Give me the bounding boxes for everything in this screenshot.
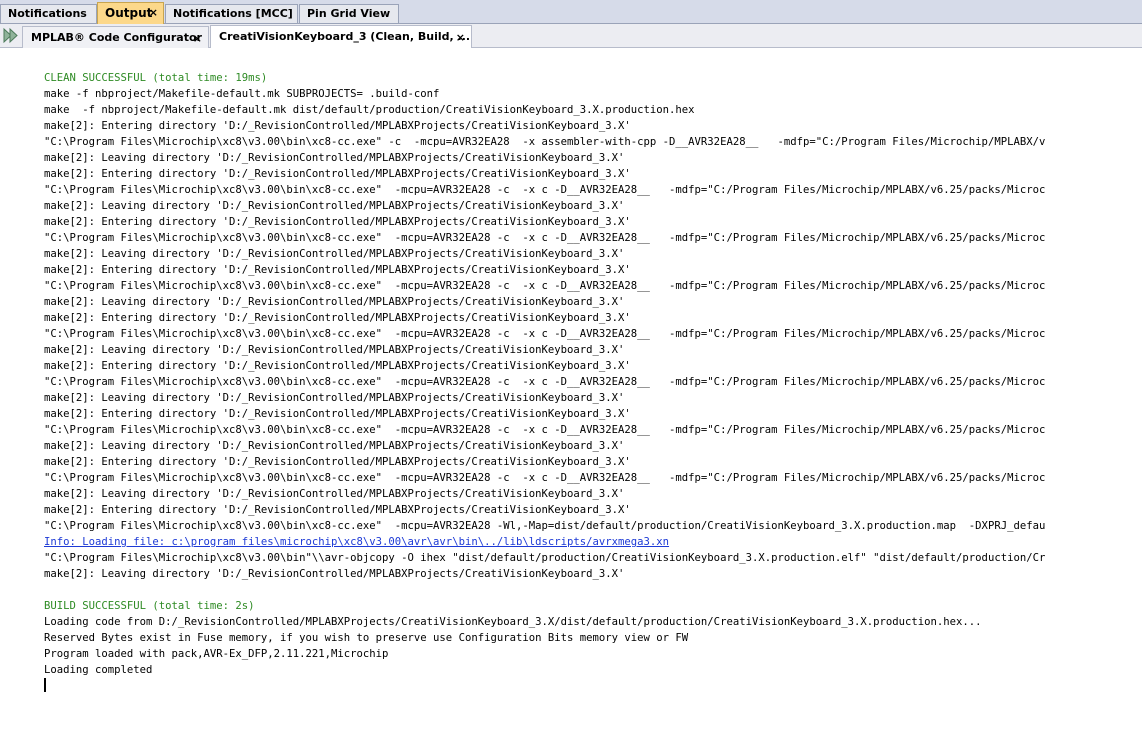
output-line: "C:\Program Files\Microchip\xc8\v3.00\bi… — [44, 232, 1046, 244]
output-link-line[interactable]: Info: Loading file: c:\program files\mic… — [44, 534, 1142, 550]
tab-label: Notifications [MCC] — [173, 7, 293, 20]
output-line: make[2]: Entering directory 'D:/_Revisio… — [44, 408, 631, 420]
output-line: "C:\Program Files\Microchip\xc8\v3.00\bi… — [44, 184, 1046, 196]
tab-notifications-mcc[interactable]: Notifications [MCC] — [165, 4, 298, 23]
tab-pin-grid-view[interactable]: Pin Grid View — [299, 4, 399, 23]
double-arrow-icon — [3, 27, 18, 44]
output-line: Loading code from D:/_RevisionControlled… — [44, 616, 982, 628]
close-icon[interactable]: × — [149, 6, 158, 19]
output-line: make[2]: Entering directory 'D:/_Revisio… — [44, 504, 631, 516]
output-line: Program loaded with pack,AVR-Ex_DFP,2.11… — [44, 648, 389, 660]
output-line: "C:\Program Files\Microchip\xc8\v3.00\bi… — [44, 472, 1046, 484]
output-line: make[2]: Entering directory 'D:/_Revisio… — [44, 120, 631, 132]
output-line: "C:\Program Files\Microchip\xc8\v3.00\bi… — [44, 136, 1046, 148]
output-status-line: BUILD SUCCESSFUL (total time: 2s) — [44, 600, 255, 612]
output-line: make[2]: Leaving directory 'D:/_Revision… — [44, 344, 625, 356]
output-line: make -f nbproject/Makefile-default.mk di… — [44, 104, 695, 116]
output-line: make[2]: Leaving directory 'D:/_Revision… — [44, 200, 625, 212]
output-line: make[2]: Entering directory 'D:/_Revisio… — [44, 312, 631, 324]
tab-notifications[interactable]: Notifications — [0, 4, 97, 23]
output-line: make -f nbproject/Makefile-default.mk SU… — [44, 88, 440, 100]
output-line: make[2]: Entering directory 'D:/_Revisio… — [44, 168, 631, 180]
output-line: make[2]: Entering directory 'D:/_Revisio… — [44, 360, 631, 372]
output-line: make[2]: Leaving directory 'D:/_Revision… — [44, 392, 625, 404]
output-line: "C:\Program Files\Microchip\xc8\v3.00\bi… — [44, 552, 1046, 564]
output-line: make[2]: Leaving directory 'D:/_Revision… — [44, 296, 625, 308]
tab-label: Notifications — [8, 7, 87, 20]
tab-build-output[interactable]: CreatiVisionKeyboard_3 (Clean, Build, ..… — [210, 25, 472, 48]
close-icon[interactable]: × — [456, 31, 465, 44]
tab-output[interactable]: Output × — [97, 2, 164, 24]
output-line: Reserved Bytes exist in Fuse memory, if … — [44, 632, 689, 644]
tab-label: Pin Grid View — [307, 7, 391, 20]
output-line: "C:\Program Files\Microchip\xc8\v3.00\bi… — [44, 520, 1046, 532]
output-line: make[2]: Leaving directory 'D:/_Revision… — [44, 248, 625, 260]
output-line: make[2]: Leaving directory 'D:/_Revision… — [44, 440, 625, 452]
tab-label: MPLAB® Code Configurator — [31, 31, 202, 44]
output-line: make[2]: Entering directory 'D:/_Revisio… — [44, 216, 631, 228]
caret-line — [44, 678, 1142, 694]
text-cursor — [44, 678, 46, 692]
tab-label: CreatiVisionKeyboard_3 (Clean, Build, ..… — [219, 30, 472, 43]
output-subtab-strip: MPLAB® Code Configurator × CreatiVisionK… — [0, 24, 1142, 48]
output-line: Loading completed — [44, 664, 153, 676]
output-lines: CLEAN SUCCESSFUL (total time: 19ms) make … — [44, 70, 1142, 694]
rerun-icon[interactable] — [2, 27, 20, 44]
output-line: "C:\Program Files\Microchip\xc8\v3.00\bi… — [44, 280, 1046, 292]
output-line: make[2]: Leaving directory 'D:/_Revision… — [44, 568, 625, 580]
output-line: "C:\Program Files\Microchip\xc8\v3.00\bi… — [44, 328, 1046, 340]
output-line: make[2]: Leaving directory 'D:/_Revision… — [44, 152, 625, 164]
output-line: "C:\Program Files\Microchip\xc8\v3.00\bi… — [44, 376, 1046, 388]
close-icon[interactable]: × — [193, 32, 202, 45]
output-status-line: CLEAN SUCCESSFUL (total time: 19ms) — [44, 72, 268, 84]
output-panel-tab-strip: Notifications Output × Notifications [MC… — [0, 0, 1142, 24]
output-line: make[2]: Entering directory 'D:/_Revisio… — [44, 456, 631, 468]
output-console[interactable]: CLEAN SUCCESSFUL (total time: 19ms) make … — [0, 48, 1142, 731]
tab-label: Output — [105, 6, 153, 20]
output-line: make[2]: Entering directory 'D:/_Revisio… — [44, 264, 631, 276]
output-line: "C:\Program Files\Microchip\xc8\v3.00\bi… — [44, 424, 1046, 436]
tab-mplab-code-configurator[interactable]: MPLAB® Code Configurator × — [22, 26, 209, 48]
output-line: make[2]: Leaving directory 'D:/_Revision… — [44, 488, 625, 500]
